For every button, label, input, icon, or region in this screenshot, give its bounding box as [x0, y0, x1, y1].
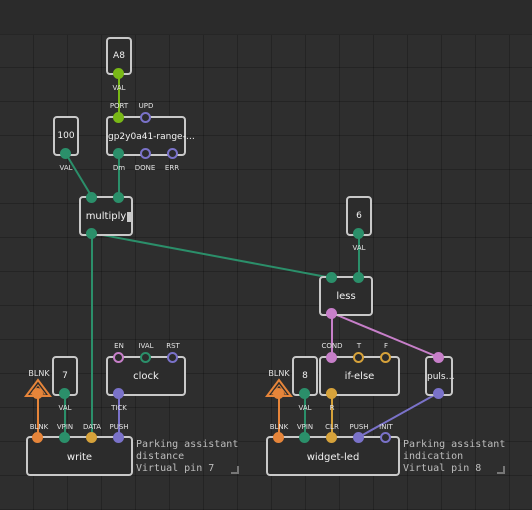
- ifelse-t-label: T: [356, 342, 362, 350]
- ifelse-title: if-else: [344, 371, 375, 382]
- multiply-in1-pin[interactable]: [86, 192, 97, 203]
- write-vpin-label: VPIN: [56, 423, 74, 431]
- clock-rst-pin[interactable]: [167, 352, 178, 363]
- multiply-out-pin[interactable]: [86, 228, 97, 239]
- blnk-right-pin[interactable]: [273, 388, 284, 399]
- less-out-pin[interactable]: [326, 308, 337, 319]
- patch-canvas[interactable]: A8 VAL PORT UPD gp2y0a41-range-… Dm DONE…: [0, 0, 532, 510]
- port-constant-value: A8: [113, 51, 125, 61]
- sensor-port-pin[interactable]: [113, 112, 124, 123]
- write-title: write: [66, 452, 93, 463]
- less-in2-pin[interactable]: [353, 272, 364, 283]
- link-multiply-less[interactable]: [91, 232, 333, 279]
- write-push-label: PUSH: [109, 423, 129, 431]
- sensor-err-label: ERR: [164, 164, 180, 172]
- ifelse-t-pin[interactable]: [353, 352, 364, 363]
- ifelse-cond-pin[interactable]: [326, 352, 337, 363]
- led-push-pin[interactable]: [353, 432, 364, 443]
- a8-val-pin[interactable]: [113, 68, 124, 79]
- clock-ival-label: IVAL: [138, 342, 154, 350]
- blnk-left-title: BLNK: [28, 369, 50, 378]
- sensor-done-label: DONE: [134, 164, 156, 172]
- comment-resize-handle-icon[interactable]: [497, 466, 505, 474]
- led-blnk-label: BLNK: [269, 423, 289, 431]
- sensor-title: gp2y0a41-range-…: [108, 132, 195, 142]
- led-blnk-pin[interactable]: [273, 432, 284, 443]
- comment-parking-indication[interactable]: Parking assistant indication Virtual pin…: [403, 439, 505, 475]
- pulse-title: puls…: [427, 372, 455, 382]
- comment-line: Virtual pin 8: [403, 463, 482, 474]
- pulse-out-pin[interactable]: [433, 388, 444, 399]
- comment-line: Parking assistant: [403, 439, 506, 450]
- comment-line: Parking assistant: [136, 439, 239, 450]
- led-vpin-pin[interactable]: [299, 432, 310, 443]
- led-clr-label: CLR: [325, 423, 339, 431]
- write-blnk-pin[interactable]: [32, 432, 43, 443]
- comment-line: distance: [136, 451, 185, 462]
- constant-100-val-pin[interactable]: [60, 148, 71, 159]
- clock-rst-label: RST: [166, 342, 180, 350]
- sensor-err-pin[interactable]: [167, 148, 178, 159]
- links-layer: [37, 75, 439, 438]
- a8-val-label: VAL: [112, 84, 126, 92]
- clock-title: clock: [133, 371, 159, 382]
- comment-line: Virtual pin 7: [136, 463, 215, 474]
- constant-8-value: 8: [302, 371, 308, 381]
- led-init-label: INIT: [379, 423, 393, 431]
- led-clr-pin[interactable]: [326, 432, 337, 443]
- led-vpin-label: VPIN: [296, 423, 314, 431]
- constant-8-val-label: VAL: [298, 404, 312, 412]
- less-title: less: [336, 291, 356, 302]
- ifelse-r-label: R: [329, 404, 335, 412]
- clock-tick-pin[interactable]: [113, 388, 124, 399]
- write-blnk-label: BLNK: [29, 423, 49, 431]
- write-data-pin[interactable]: [86, 432, 97, 443]
- clock-tick-label: TICK: [111, 404, 127, 412]
- less-in1-pin[interactable]: [326, 272, 337, 283]
- constant-7-val-label: VAL: [58, 404, 72, 412]
- comment-line: indication: [403, 451, 464, 462]
- constant-8-val-pin[interactable]: [299, 388, 310, 399]
- link-100-multiply[interactable]: [65, 153, 93, 198]
- pulse-in-pin[interactable]: [433, 352, 444, 363]
- comment-parking-distance[interactable]: Parking assistant distance Virtual pin 7: [136, 439, 238, 475]
- sensor-upd-label: UPD: [138, 102, 154, 110]
- constant-100-val-label: VAL: [59, 164, 73, 172]
- variadic-handle-icon[interactable]: [127, 212, 131, 222]
- ifelse-f-pin[interactable]: [380, 352, 391, 363]
- led-init-pin[interactable]: [380, 432, 391, 443]
- constant-100-value: 100: [57, 131, 75, 141]
- constant-6-val-pin[interactable]: [353, 228, 364, 239]
- sensor-upd-pin[interactable]: [140, 112, 151, 123]
- blnk-right-title: BLNK: [268, 369, 290, 378]
- constant-7-value: 7: [62, 371, 68, 381]
- constant-7-val-pin[interactable]: [59, 388, 70, 399]
- constant-6-val-label: VAL: [352, 244, 366, 252]
- led-push-label: PUSH: [349, 423, 369, 431]
- multiply-in2-pin[interactable]: [113, 192, 124, 203]
- constant-6-value: 6: [356, 211, 362, 221]
- clock-en-pin[interactable]: [113, 352, 124, 363]
- ifelse-r-pin[interactable]: [326, 388, 337, 399]
- write-vpin-pin[interactable]: [59, 432, 70, 443]
- clock-en-label: EN: [114, 342, 124, 350]
- write-push-pin[interactable]: [113, 432, 124, 443]
- ifelse-f-label: F: [383, 342, 389, 350]
- blnk-left-pin[interactable]: [32, 388, 43, 399]
- sensor-dm-pin[interactable]: [113, 148, 124, 159]
- multiply-title: multiply: [85, 211, 127, 222]
- widget-led-title: widget-led: [306, 452, 360, 463]
- clock-ival-pin[interactable]: [140, 352, 151, 363]
- write-data-label: DATA: [82, 423, 102, 431]
- comment-resize-handle-icon[interactable]: [231, 466, 239, 474]
- sensor-done-pin[interactable]: [140, 148, 151, 159]
- ifelse-cond-label: COND: [321, 342, 343, 350]
